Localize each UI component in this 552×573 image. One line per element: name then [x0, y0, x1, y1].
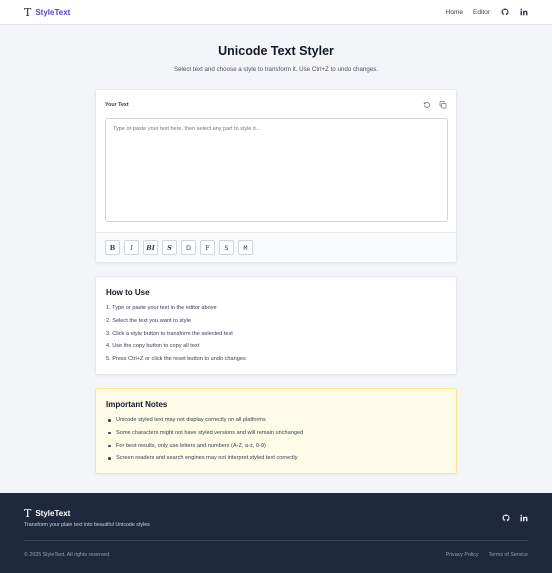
text-editor[interactable] [105, 118, 448, 222]
footer-social [501, 513, 528, 522]
footer-divider [24, 540, 528, 541]
copy-icon[interactable] [438, 101, 447, 110]
style-toolbar: B I BI S D F S M [96, 232, 456, 262]
brand-logo[interactable]: T StyleText [24, 6, 70, 19]
linkedin-icon[interactable] [519, 513, 528, 522]
footer-brand-name: StyleText [35, 509, 71, 518]
editor-tools [422, 101, 447, 110]
how-to-use-list: 1. Type or paste your text in the editor… [106, 305, 446, 363]
list-item: 5. Press Ctrl+Z or click the reset butto… [106, 356, 246, 363]
style-bold-italic-button[interactable]: BI [143, 240, 158, 255]
footer-tagline: Transform your plain text into beautiful… [24, 522, 150, 528]
style-monospace-button[interactable]: M [238, 240, 253, 255]
list-item: Screen readers and search engines may no… [106, 455, 446, 462]
nav-links: Home Editor [446, 8, 528, 17]
style-bold-button[interactable]: B [105, 240, 120, 255]
list-item: Some characters might not have styled ve… [106, 430, 446, 437]
reset-icon[interactable] [422, 101, 431, 110]
list-item: 3. Click a style button to transform the… [106, 330, 233, 337]
linkedin-icon[interactable] [519, 8, 528, 17]
list-item: 2. Select the text you want to style [106, 317, 191, 324]
list-item: Unicode styled text may not display corr… [106, 417, 446, 424]
important-notes-list: Unicode styled text may not display corr… [106, 417, 446, 462]
how-to-use-card: How to Use 1. Type or paste your text in… [95, 276, 457, 375]
editor-label: Your Text [105, 102, 129, 108]
site-footer: T StyleText Transform your plain text in… [0, 493, 552, 573]
list-item: 4. Use the copy button to copy all text [106, 343, 200, 350]
editor-header: Your Text [105, 99, 447, 111]
page-title: Unicode Text Styler [218, 44, 334, 58]
style-double-struck-button[interactable]: D [181, 240, 196, 255]
style-fraktur-button[interactable]: F [200, 240, 215, 255]
top-navbar: T StyleText Home Editor [0, 0, 552, 25]
nav-link-home[interactable]: Home [446, 9, 463, 16]
list-item: For best results, only use letters and n… [106, 443, 446, 450]
text-logo-icon: T [24, 5, 32, 19]
editor-card: Your Text B I BI S D F S M [95, 89, 457, 263]
brand-name: StyleText [35, 7, 71, 17]
nav-link-editor[interactable]: Editor [473, 9, 490, 16]
style-script-button[interactable]: S [162, 240, 177, 255]
important-notes-title: Important Notes [106, 400, 168, 409]
github-icon[interactable] [500, 8, 509, 17]
style-italic-button[interactable]: I [124, 240, 139, 255]
style-sans-button[interactable]: S [219, 240, 234, 255]
list-item: 1. Type or paste your text in the editor… [106, 305, 217, 311]
privacy-policy-link[interactable]: Privacy Policy [446, 552, 479, 558]
footer-links: Privacy Policy Terms of Service [446, 552, 528, 558]
important-notes-card: Important Notes Unicode styled text may … [95, 388, 457, 474]
how-to-use-title: How to Use [106, 288, 150, 297]
terms-of-service-link[interactable]: Terms of Service [489, 552, 528, 558]
text-logo-icon: T [24, 507, 32, 520]
page-subtitle: Select text and choose a style to transf… [173, 66, 379, 73]
github-icon[interactable] [501, 513, 510, 522]
footer-brand: T StyleText [24, 507, 70, 520]
copyright-text: © 2025 StyleText. All rights reserved. [24, 552, 111, 558]
